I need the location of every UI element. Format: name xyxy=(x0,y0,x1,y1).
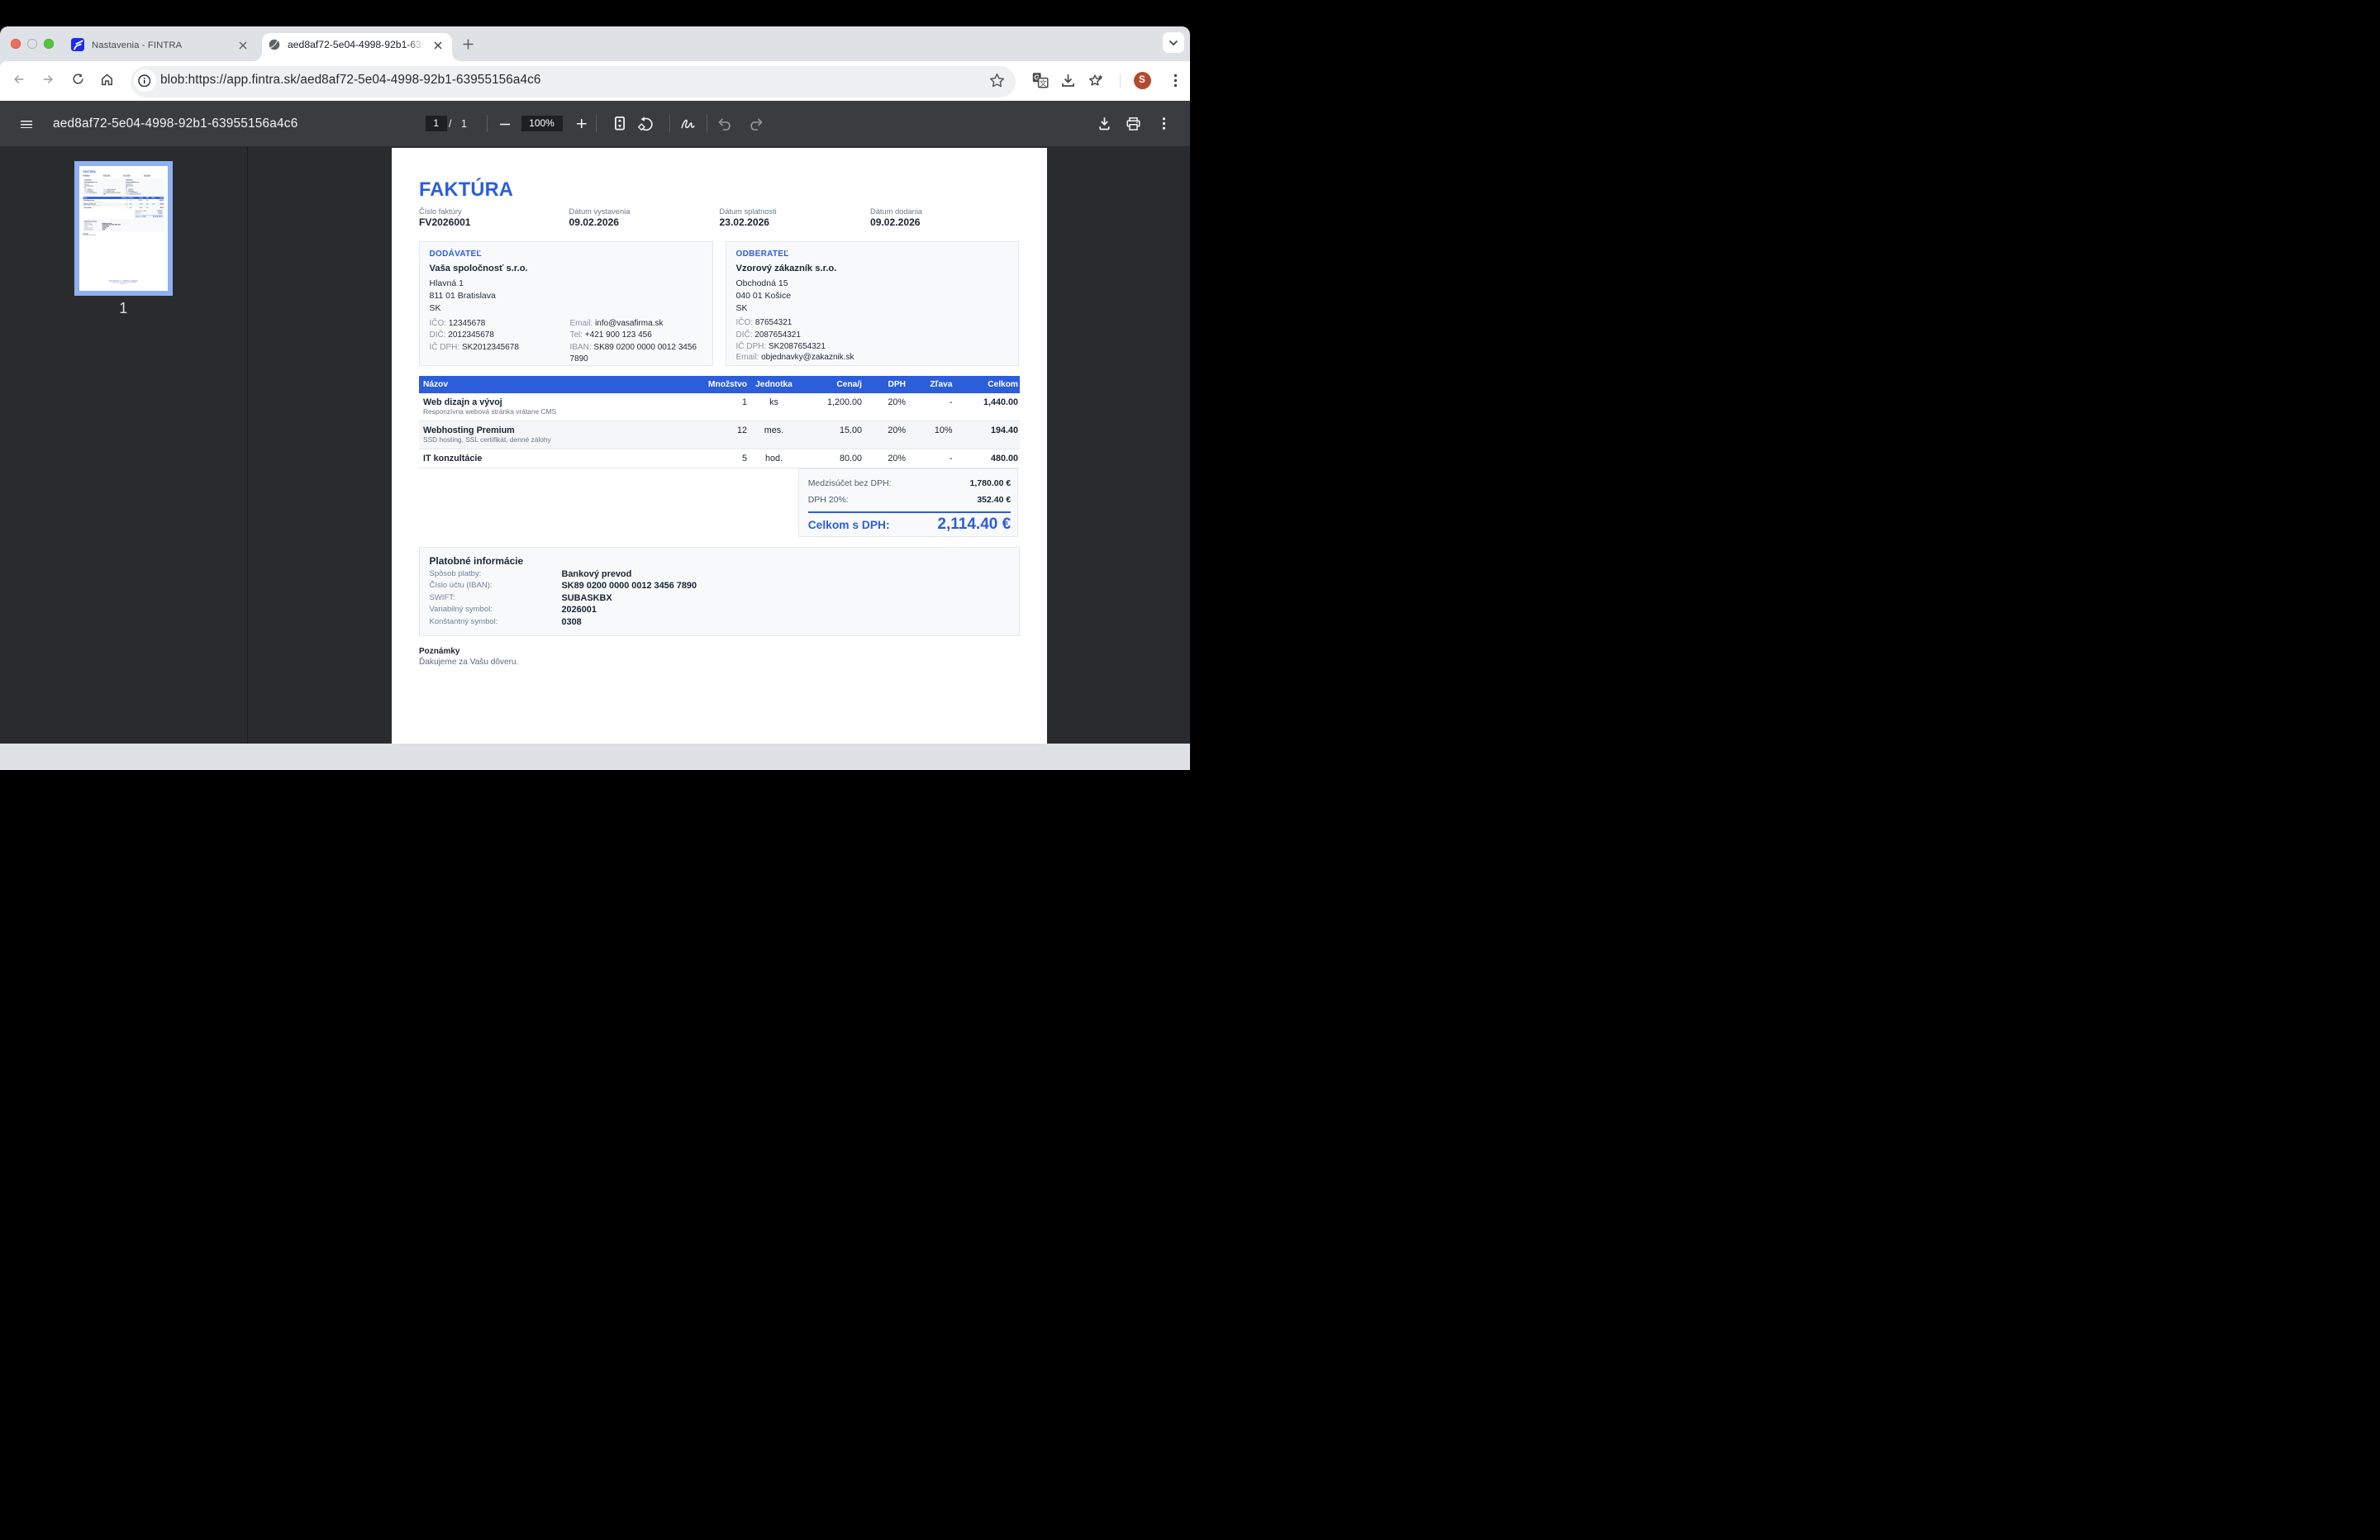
svg-text:文: 文 xyxy=(1039,78,1046,87)
